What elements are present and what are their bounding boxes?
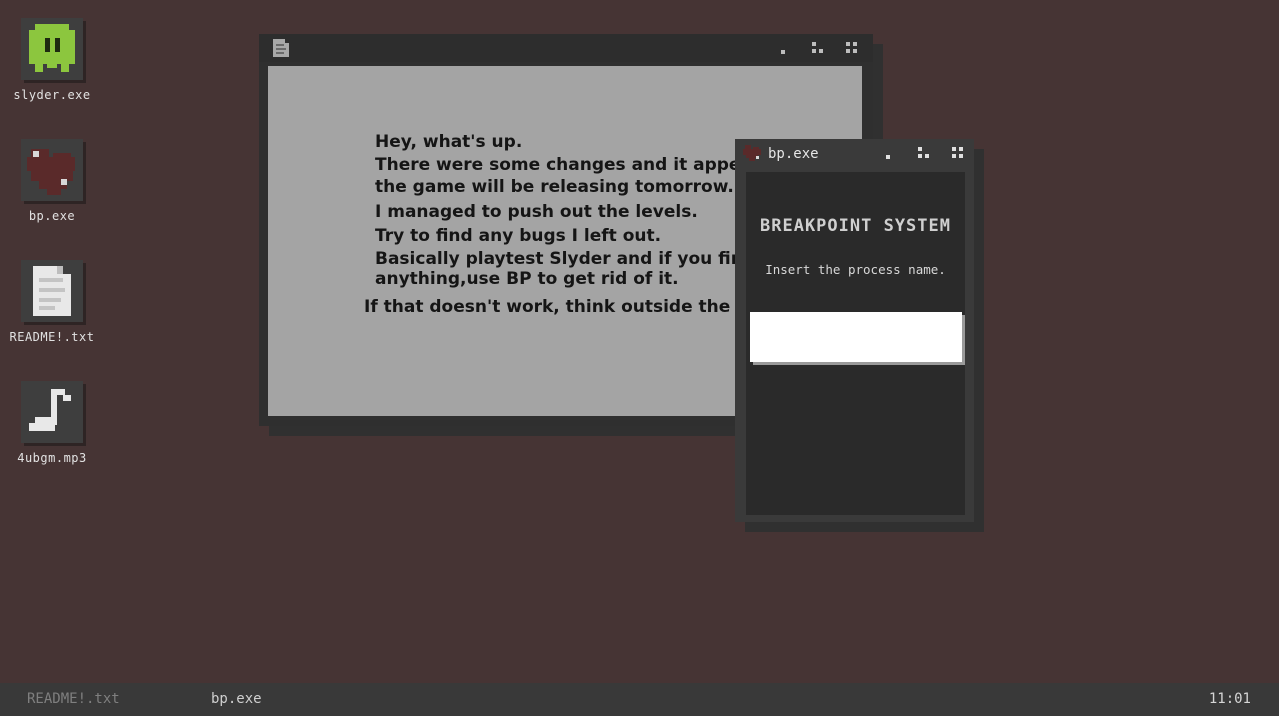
desktop-icon-slyder[interactable]: slyder.exe — [2, 18, 102, 102]
readme-line: If that doesn't work, think outside the … — [364, 297, 778, 317]
desktop-icon-label: README!.txt — [9, 330, 95, 344]
maximize-icon[interactable] — [918, 147, 930, 159]
desktop-icon-label: 4ubgm.mp3 — [17, 451, 87, 465]
music-note-icon — [21, 381, 83, 443]
close-icon[interactable] — [952, 147, 964, 159]
heart-icon — [21, 139, 83, 201]
taskbar-item-readme[interactable]: README!.txt — [27, 691, 120, 707]
taskbar-item-bp[interactable]: bp.exe — [211, 691, 262, 707]
bp-window: bp.exe BREAKPOINT SYSTEM Insert the proc… — [735, 139, 974, 522]
document-icon — [273, 39, 289, 57]
desktop-icon-bp[interactable]: bp.exe — [2, 139, 102, 223]
desktop-icon-label: bp.exe — [28, 209, 76, 223]
desktop-icon-readme[interactable]: README!.txt — [2, 260, 102, 344]
readme-line: There were some changes and it appears — [375, 155, 771, 175]
bp-titlebar[interactable]: bp.exe — [735, 139, 974, 167]
document-icon — [21, 260, 83, 322]
clock: 11:01 — [1208, 691, 1251, 707]
readme-line: Try to find any bugs I left out. — [375, 226, 662, 246]
minimize-icon[interactable] — [883, 147, 895, 159]
heart-icon — [743, 145, 761, 161]
bp-instruction: Insert the process name. — [765, 262, 946, 277]
readme-line: anything,use BP to get rid of it. — [375, 269, 679, 289]
minimize-icon[interactable] — [778, 42, 790, 54]
readme-line: Hey, what's up. — [375, 132, 523, 152]
slime-icon — [21, 18, 83, 80]
taskbar: README!.txt bp.exe 11:01 — [0, 683, 1279, 716]
close-icon[interactable] — [846, 42, 858, 54]
desktop: slyder.exe bp.exe README!.txt 4ubgm.mp3 … — [0, 0, 1279, 683]
window-title: bp.exe — [768, 146, 819, 162]
process-name-input[interactable] — [750, 312, 962, 362]
readme-titlebar[interactable] — [259, 34, 873, 62]
maximize-icon[interactable] — [812, 42, 824, 54]
bp-heading: BREAKPOINT SYSTEM — [760, 216, 951, 236]
readme-line: I managed to push out the levels. — [375, 202, 698, 222]
desktop-icon-bgm[interactable]: 4ubgm.mp3 — [2, 381, 102, 465]
bp-content: BREAKPOINT SYSTEM Insert the process nam… — [746, 172, 965, 515]
desktop-icon-label: slyder.exe — [13, 88, 91, 102]
readme-line: the game will be releasing tomorrow. — [375, 177, 734, 197]
